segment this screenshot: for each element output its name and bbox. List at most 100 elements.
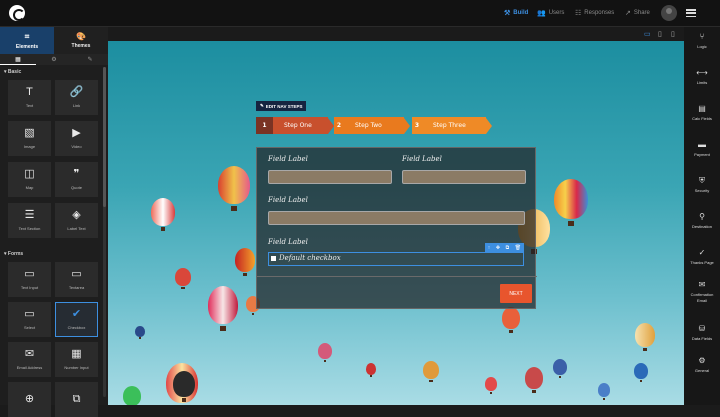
edit-nav-steps-button[interactable]: ✎ EDIT NAV STEPS (256, 101, 307, 111)
calculator-icon: ▤ (698, 104, 706, 113)
element-textarea[interactable]: ▭ Textarea (55, 262, 98, 297)
gear-icon: ⚙ (51, 57, 57, 63)
elements-icon: ⌗ (24, 31, 30, 41)
arrow-up-icon[interactable]: ↑ (488, 245, 491, 251)
nav-step-two[interactable]: 2 Step Two (334, 117, 410, 134)
balloon (175, 268, 191, 290)
limits-icon: ⟷ (696, 68, 708, 77)
element-number-input[interactable]: ▦ Number Input (55, 342, 98, 377)
palette-icon: 🎨 (76, 32, 86, 41)
element-more-1[interactable]: ⊕ (8, 382, 51, 417)
sidebar-item-data-fields[interactable]: ⛁ Data Fields (684, 325, 720, 342)
text-input[interactable] (402, 170, 526, 184)
nav-share[interactable]: ↗ Share (625, 9, 650, 17)
panel-scrollbar[interactable] (103, 67, 106, 397)
tag-icon: ◈ (72, 209, 81, 221)
field-label: Field Label (268, 238, 308, 246)
element-text-input[interactable]: ▭ Text Input (8, 262, 51, 297)
text-input[interactable] (268, 211, 525, 225)
balloon (123, 386, 141, 405)
grid-icon: ▦ (15, 56, 21, 63)
select-icon: ▭ (24, 308, 35, 320)
balloon (598, 383, 610, 400)
canvas-toolbar (108, 27, 684, 41)
video-icon: ▶ (72, 127, 81, 139)
element-email-address[interactable]: ✉ Email Address (8, 342, 51, 377)
plus-circle-icon: ⊕ (24, 393, 35, 405)
grid-tab[interactable]: ▦ (0, 54, 36, 65)
check-circle-icon: ✓ (698, 248, 706, 257)
avatar[interactable] (661, 5, 677, 21)
responses-icon: ☷ (575, 10, 582, 17)
divider (257, 276, 537, 277)
balloon (151, 198, 175, 232)
destination-icon: ⚲ (699, 212, 705, 221)
trash-icon[interactable]: 🗑 (515, 245, 521, 251)
balloon (173, 371, 195, 402)
nav-responses[interactable]: ☷ Responses (575, 9, 614, 17)
copy-icon: ⧉ (72, 393, 81, 405)
tab-themes[interactable]: 🎨 Themes (54, 27, 108, 54)
balloon (554, 179, 588, 227)
element-more-2[interactable]: ⧉ (55, 382, 98, 417)
textarea-icon: ▭ (71, 268, 82, 280)
element-link[interactable]: 🔗 Link (55, 80, 98, 115)
balloon (635, 323, 655, 352)
duplicate-icon[interactable]: ⧉ (506, 245, 510, 251)
element-label-text[interactable]: ◈ Label Text (55, 203, 98, 238)
element-video[interactable]: ▶ Video (55, 121, 98, 156)
nav-build[interactable]: ⚒ Build (504, 9, 528, 17)
panel-subtabs: ▦ ⚙ ✎ (0, 54, 108, 65)
elements-panel: ⌗ Elements 🎨 Themes ▦ ⚙ ✎ ▾ Basic T Text … (0, 27, 108, 417)
pencil-icon: ✎ (260, 103, 264, 108)
settings-tab[interactable]: ⚙ (36, 54, 72, 65)
email-icon: ✉ (698, 280, 706, 289)
menu-icon[interactable] (686, 7, 696, 19)
element-text-section[interactable]: ☰ Text Section (8, 203, 51, 238)
element-select[interactable]: ▭ Select (8, 302, 51, 337)
credit-card-icon: ▬ (698, 140, 706, 149)
checkbox-field[interactable]: Default checkbox (268, 252, 524, 266)
app-logo[interactable] (9, 5, 25, 21)
style-tab[interactable]: ✎ (72, 54, 108, 65)
branch-icon: ⑂ (699, 32, 705, 41)
text-input[interactable] (268, 170, 392, 184)
nav-step-three[interactable]: 3 Step Three (412, 117, 492, 134)
sidebar-item-general[interactable]: ⚙ General (684, 357, 720, 374)
nav-step-one[interactable]: 1 Step One (256, 117, 334, 134)
sidebar-item-calc-fields[interactable]: ▤ Calc Fields (684, 105, 720, 122)
field-label: Field Label (268, 155, 308, 163)
phone-icon[interactable]: ▯ (671, 30, 675, 38)
section-forms[interactable]: ▾ Forms (4, 251, 23, 257)
element-quote[interactable]: ❞ Quote (55, 162, 98, 197)
next-button[interactable]: NEXT (500, 284, 532, 303)
element-image[interactable]: ▧ Image (8, 121, 51, 156)
sidebar-item-security[interactable]: ⛨ Security (684, 177, 720, 194)
database-icon: ⛁ (698, 324, 706, 333)
email-icon: ✉ (24, 348, 35, 360)
nav-users[interactable]: 👥 Users (537, 9, 564, 17)
tab-elements[interactable]: ⌗ Elements (0, 27, 54, 54)
checkbox[interactable] (271, 256, 276, 261)
sidebar-item-confirmation-email[interactable]: ✉ Confirmation Email (684, 281, 720, 304)
balloon (318, 343, 332, 362)
sidebar-item-thanks-page[interactable]: ✓ Thanks Page (684, 249, 720, 266)
form-container: Field Label Field Label Field Label Fiel… (256, 147, 537, 309)
sidebar-item-logic[interactable]: ⑂ Logic (684, 33, 720, 50)
element-map[interactable]: ◫ Map (8, 162, 51, 197)
element-text[interactable]: T Text (8, 80, 51, 115)
sidebar-item-limits[interactable]: ⟷ Limits (684, 69, 720, 86)
element-checkbox[interactable]: ✔ Checkbox (55, 302, 98, 337)
brush-icon: ✎ (87, 57, 93, 63)
section-basic[interactable]: ▾ Basic (4, 69, 21, 75)
tablet-icon[interactable]: ▯ (658, 30, 662, 38)
desktop-icon[interactable]: ▭ (644, 30, 651, 38)
balloon (208, 286, 238, 331)
sidebar-item-destination[interactable]: ⚲ Destination (684, 213, 720, 230)
move-icon[interactable]: ✥ (496, 245, 500, 251)
link-icon: 🔗 (69, 86, 84, 98)
sidebar-item-payment[interactable]: ▬ Payment (684, 141, 720, 158)
balloon (485, 377, 497, 394)
text-icon: T (26, 86, 33, 98)
balloon (634, 363, 648, 382)
